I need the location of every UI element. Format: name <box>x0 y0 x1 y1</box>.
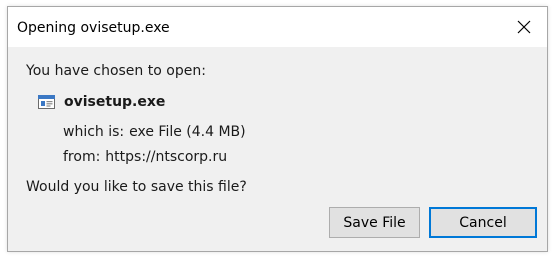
file-name: ovisetup.exe <box>64 94 166 110</box>
file-type-line: which is: exe File (4.4 MB) <box>63 124 246 140</box>
window-title: Opening ovisetup.exe <box>17 20 170 36</box>
file-source-label: from: <box>63 149 101 165</box>
file-source-line: from: https://ntscorp.ru <box>63 149 227 165</box>
cancel-button[interactable]: Cancel <box>429 207 537 238</box>
file-row: ovisetup.exe <box>38 93 165 111</box>
close-icon <box>517 20 531 34</box>
file-type-label: which is: <box>63 124 125 140</box>
save-file-button[interactable]: Save File <box>329 207 420 238</box>
file-source-value: https://ntscorp.ru <box>105 149 228 165</box>
file-type-value: exe File (4.4 MB) <box>129 124 246 140</box>
save-question: Would you like to save this file? <box>26 179 247 195</box>
executable-file-icon <box>38 95 55 109</box>
title-bar: Opening ovisetup.exe <box>8 7 547 47</box>
lead-text: You have chosen to open: <box>26 63 206 79</box>
close-button[interactable] <box>501 7 547 47</box>
download-dialog: Opening ovisetup.exe You have chosen to … <box>7 6 548 252</box>
